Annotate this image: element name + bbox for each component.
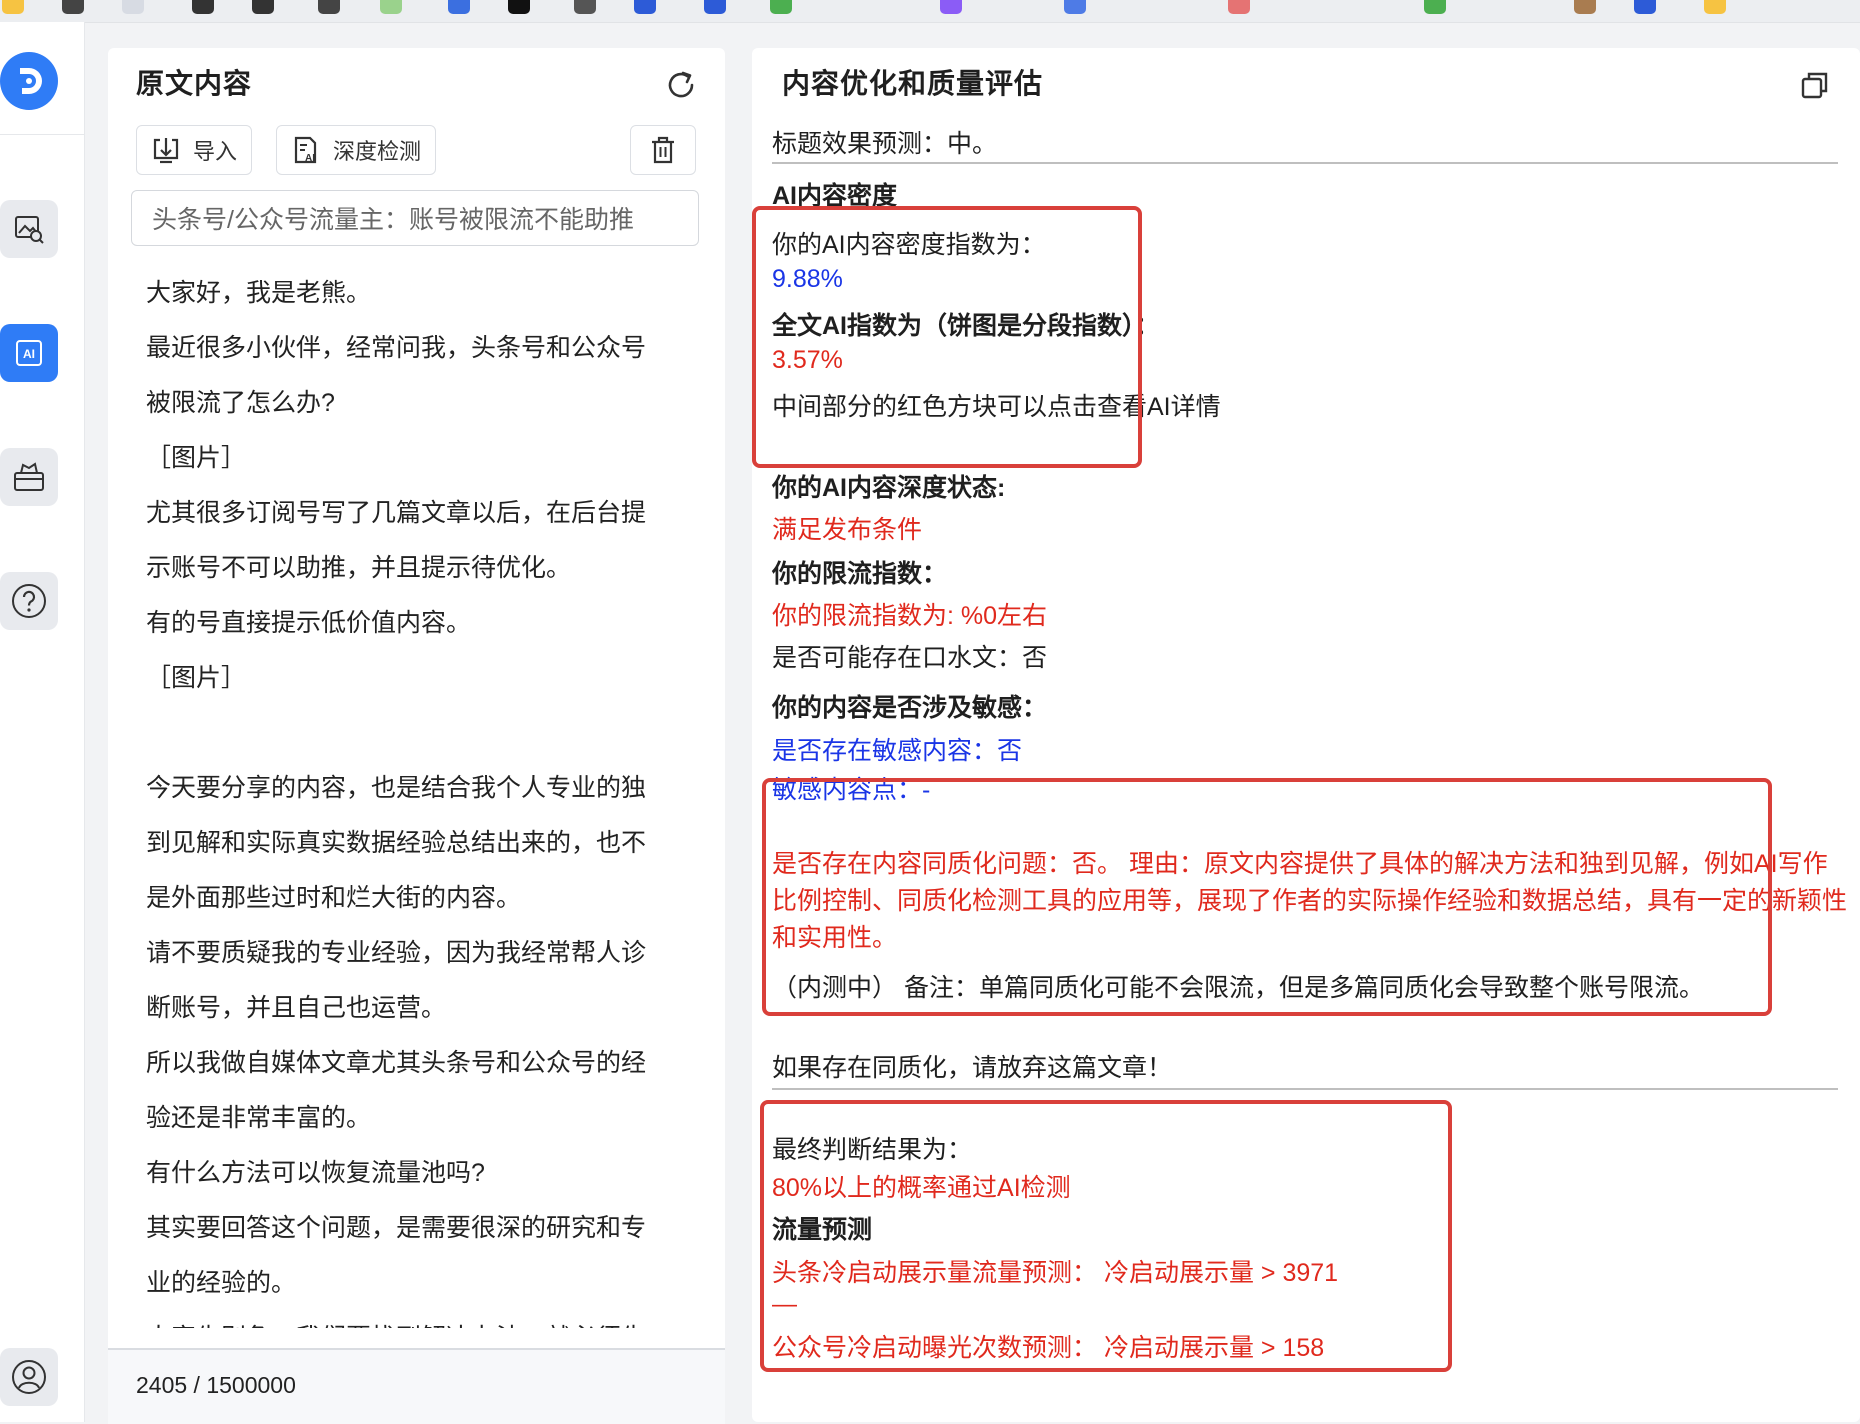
article-body[interactable]: 大家好，我是老熊。最近很多小伙伴，经常问我，头条号和公众号 被限流了怎么办? ［图片…	[146, 266, 686, 1328]
article-paragraph: 今天要分享的内容，也是结合我个人专业的独	[146, 774, 647, 802]
article-paragraph: 有的号直接提示低价值内容。	[146, 609, 472, 637]
rail-divider	[0, 134, 84, 135]
article-paragraph	[146, 706, 686, 761]
panel-title: 原文内容	[136, 68, 253, 99]
help-icon	[12, 584, 46, 618]
delete-button[interactable]	[630, 125, 696, 175]
bookmark-icon[interactable]	[380, 0, 402, 14]
annotation-box-final-result	[760, 1100, 1452, 1372]
article-paragraph: 所以我做自媒体文章尤其头条号和公众号的经	[146, 1049, 647, 1077]
import-label: 导入	[193, 139, 238, 164]
app-logo-icon[interactable]	[0, 52, 58, 110]
title-effect-text: 标题效果预测：中。	[772, 130, 998, 158]
bookmark-icon[interactable]	[1634, 0, 1656, 14]
refresh-icon	[668, 71, 694, 98]
bookmark-icon[interactable]	[1228, 0, 1250, 14]
article-paragraph: 大家好，我是老熊。	[146, 279, 372, 307]
user-icon	[12, 1360, 46, 1394]
bookmark-icon[interactable]	[508, 0, 530, 14]
article-paragraph: 尤其很多订阅号写了几篇文章以后，在后台提	[146, 499, 647, 527]
trash-icon	[652, 136, 674, 164]
sensitive-label: 你的内容是否涉及敏感：	[772, 694, 1048, 722]
bookmark-icon[interactable]	[704, 0, 726, 14]
abandon-note: 如果存在同质化，请放弃这篇文章！	[772, 1054, 1173, 1082]
sensitive-value: 是否存在敏感内容：否	[772, 737, 1023, 765]
divider	[772, 1088, 1838, 1090]
bookmark-icon[interactable]	[634, 0, 656, 14]
bookmark-icon[interactable]	[2, 0, 24, 14]
bookmark-icon[interactable]	[1424, 0, 1446, 14]
article-paragraph: 其实要回答这个问题，是需要很深的研究和专	[146, 1214, 647, 1242]
copy-button[interactable]	[1792, 62, 1838, 108]
divider	[772, 162, 1838, 164]
import-icon	[153, 138, 179, 164]
bookmark-icon[interactable]	[62, 0, 84, 14]
import-button[interactable]: 导入	[136, 125, 253, 175]
article-paragraph: 示账号不可以助推，并且提示待优化。	[146, 554, 572, 582]
article-paragraph: ［图片］	[146, 444, 247, 472]
article-paragraph: 是外面那些过时和烂大街的内容。	[146, 884, 522, 912]
article-paragraph: 最近很多小伙伴，经常问我，头条号和公众号	[146, 334, 647, 362]
article-paragraph: 断账号，并且自己也运营。	[146, 994, 447, 1022]
image-search-icon	[15, 216, 44, 244]
refresh-button[interactable]	[658, 62, 704, 108]
bookmark-icon[interactable]	[252, 0, 274, 14]
bookmark-icon[interactable]	[574, 0, 596, 14]
article-paragraph: 大家先别急，我们要找到解决办法，就必须先	[146, 1311, 686, 1328]
water-text-check: 是否可能存在口水文：否	[772, 644, 1048, 672]
article-paragraph: 请不要质疑我的专业经验，因为我经常帮人诊	[146, 939, 647, 967]
bookmark-icon[interactable]	[192, 0, 214, 14]
ai-icon: AI	[16, 340, 42, 366]
rail-ai-button[interactable]: AI	[0, 324, 58, 382]
editor-footer: 2405 / 1500000	[108, 1348, 725, 1424]
bookmark-icon[interactable]	[448, 0, 470, 14]
copy-icon	[1801, 72, 1828, 99]
svg-text:AI: AI	[305, 153, 315, 164]
article-paragraph: ［图片］	[146, 664, 247, 692]
bookmark-icon[interactable]	[1064, 0, 1086, 14]
deep-check-label: 深度检测	[333, 139, 422, 164]
evaluation-panel: 内容优化和质量评估 标题效果预测：中。 AI内容密度 你的AI内容密度指数为： …	[752, 48, 1860, 1422]
annotation-box-homogeneity	[762, 778, 1772, 1016]
article-paragraph: 到见解和实际真实数据经验总结出来的，也不	[146, 829, 647, 857]
rail-user-button[interactable]	[0, 1348, 58, 1406]
article-paragraph: 被限流了怎么办?	[146, 389, 335, 417]
rail-help-button[interactable]	[0, 572, 58, 630]
article-paragraph: 业的经验的。	[146, 1269, 297, 1297]
limit-value: 你的限流指数为: %0左右	[772, 602, 1048, 630]
depth-status-label: 你的AI内容深度状态:	[772, 474, 1006, 502]
rail-toolbox-button[interactable]	[0, 448, 58, 506]
bookmark-icon[interactable]	[1574, 0, 1596, 14]
title-input-wrapper	[131, 190, 699, 246]
article-paragraph: 有什么方法可以恢复流量池吗?	[146, 1159, 485, 1187]
original-content-panel: 原文内容 导入 AI 深度检测 头条号/公众号流量主：账号被限流不能助推 大家好…	[108, 48, 725, 1424]
deep-check-button[interactable]: AI 深度检测	[276, 125, 437, 175]
svg-text:AI: AI	[23, 347, 35, 361]
bookmark-icon[interactable]	[318, 0, 340, 14]
article-paragraph: 验还是非常丰富的。	[146, 1104, 372, 1132]
rail-image-search-button[interactable]	[0, 200, 58, 258]
title-input[interactable]	[132, 191, 698, 245]
panel-title: 内容优化和质量评估	[782, 68, 1044, 99]
bookmark-icon[interactable]	[1704, 0, 1726, 14]
char-count: 2405 / 1500000	[136, 1372, 296, 1398]
bookmark-icon[interactable]	[770, 0, 792, 14]
depth-status-value: 满足发布条件	[772, 516, 923, 544]
bookmark-icon[interactable]	[122, 0, 144, 14]
annotation-box-ai-density	[752, 206, 1142, 468]
toolbox-icon	[14, 462, 44, 491]
browser-bookmarks-strip	[0, 0, 1860, 23]
ai-document-icon: AI	[294, 136, 317, 164]
limit-label: 你的限流指数：	[772, 560, 948, 588]
bookmark-icon[interactable]	[940, 0, 962, 14]
side-nav-rail: AI	[0, 22, 85, 1422]
